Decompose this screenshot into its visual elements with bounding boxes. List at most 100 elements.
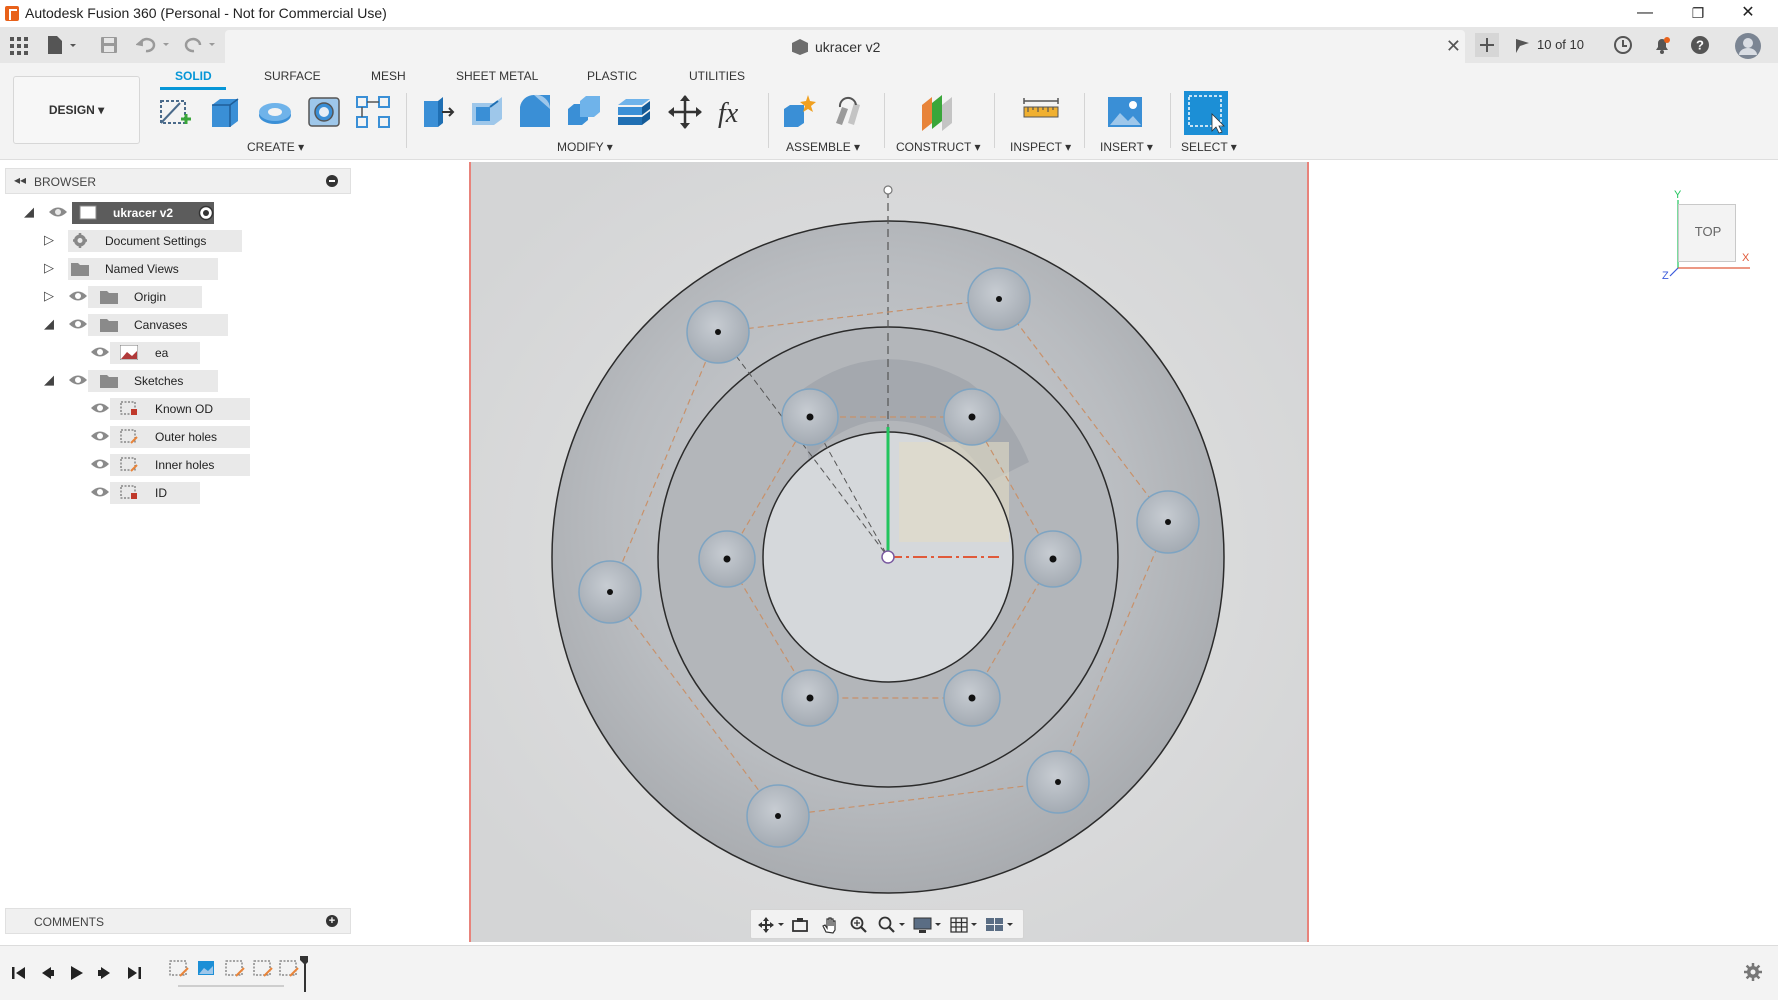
inspect-menu[interactable]: INSPECT ▾ [1010,140,1071,154]
step-back-icon[interactable] [38,964,56,982]
timeline-canvas[interactable] [198,961,214,975]
visibility-eye-icon[interactable] [48,204,68,220]
modify-menu[interactable]: MODIFY ▾ [557,140,613,154]
activate-radio-icon[interactable] [198,205,214,221]
collapse-triangle-icon[interactable]: ◢ [24,204,34,220]
comments-panel-header[interactable]: COMMENTS + [5,908,351,934]
create-sketch-icon[interactable] [156,93,194,131]
select-icon[interactable] [1183,90,1229,136]
browser-item-sketches[interactable]: ◢ Sketches [22,369,322,392]
app-grid-icon[interactable] [10,37,28,55]
fit-zoom-icon[interactable] [877,916,907,934]
browser-item-named-views[interactable]: ▷ Named Views [22,257,322,280]
tab-surface[interactable]: SURFACE [264,69,321,83]
visibility-eye-icon[interactable] [68,372,88,388]
timeline-settings-gear-icon[interactable] [1743,962,1763,982]
file-menu-icon[interactable] [46,35,78,55]
document-close-icon[interactable]: ✕ [1446,36,1461,57]
origin-point[interactable] [881,550,895,564]
fillet-icon[interactable] [468,93,506,131]
look-at-icon[interactable] [791,916,809,934]
revolve-icon[interactable] [256,93,294,131]
document-tab[interactable]: ukracer v2 ✕ [225,30,1465,63]
timeline-sketch-inner-holes[interactable] [253,960,273,977]
browser-panel-header[interactable]: ◂◂ BROWSER [5,168,351,194]
measure-icon[interactable] [1022,93,1060,131]
timeline-sketch-id[interactable] [279,960,299,977]
design-viewport[interactable] [469,162,1308,942]
visibility-eye-icon[interactable] [90,484,110,500]
pan-hand-icon[interactable] [821,916,839,934]
canvas-sketch-drawing[interactable] [469,162,1308,942]
hole-icon[interactable] [306,93,344,131]
help-icon[interactable]: ? [1690,35,1710,55]
browser-item-canvases[interactable]: ◢ Canvases [22,313,322,336]
parameters-fx-icon[interactable]: fx [716,93,754,131]
combine-icon[interactable] [566,93,604,131]
shell-icon[interactable] [616,93,654,131]
select-menu[interactable]: SELECT ▾ [1181,140,1237,154]
visibility-eye-icon[interactable] [68,288,88,304]
visibility-eye-icon[interactable] [90,400,110,416]
viewports-icon[interactable] [985,916,1015,934]
play-icon[interactable] [67,964,85,982]
joint-icon[interactable] [830,93,868,131]
visibility-eye-icon[interactable] [90,456,110,472]
chamfer-icon[interactable] [516,93,554,131]
tab-solid[interactable]: SOLID [175,69,212,83]
offset-plane-icon[interactable] [918,93,956,131]
new-tab-icon[interactable] [1475,33,1499,57]
tab-plastic[interactable]: PLASTIC [587,69,637,83]
go-to-start-icon[interactable] [10,964,28,982]
construct-menu[interactable]: CONSTRUCT ▾ [896,140,980,154]
expand-triangle-icon[interactable]: ▷ [44,288,54,304]
undo-icon[interactable] [136,36,172,54]
collapse-triangle-icon[interactable]: ◢ [44,316,54,332]
press-pull-icon[interactable] [418,93,456,131]
notification-bell-icon[interactable] [1652,35,1672,55]
insert-canvas-icon[interactable] [1106,93,1144,131]
user-avatar[interactable] [1734,32,1762,60]
visibility-eye-icon[interactable] [68,316,88,332]
minimize-button[interactable]: — [1620,0,1670,27]
browser-item-sketch-inner-holes[interactable]: Inner holes [22,453,322,476]
new-component-icon[interactable] [780,93,818,131]
go-to-end-icon[interactable] [125,964,143,982]
display-settings-icon[interactable] [913,916,943,934]
expand-triangle-icon[interactable]: ▷ [44,232,54,248]
extrude-icon[interactable] [206,93,244,131]
create-menu[interactable]: CREATE ▾ [247,140,304,154]
zoom-icon[interactable] [849,916,867,934]
browser-item-sketch-outer-holes[interactable]: Outer holes [22,425,322,448]
job-count[interactable]: 10 of 10 [1537,37,1584,52]
close-button[interactable]: ✕ [1723,0,1773,27]
pattern-icon[interactable] [354,93,392,131]
timeline-sketch-known-od[interactable] [169,960,189,977]
browser-item-origin[interactable]: ▷ Origin [22,285,322,308]
browser-item-sketch-id[interactable]: ID [22,481,322,504]
add-comment-icon[interactable]: + [326,915,338,927]
browser-item-sketch-known-od[interactable]: Known OD [22,397,322,420]
orbit-icon[interactable] [757,916,785,934]
save-icon[interactable] [100,36,118,54]
tab-sheet-metal[interactable]: SHEET METAL [456,69,538,83]
timeline-marker[interactable] [300,956,308,992]
collapse-triangle-icon[interactable]: ◢ [44,372,54,388]
visibility-eye-icon[interactable] [90,428,110,444]
collapse-browser-icon[interactable]: ◂◂ [14,173,26,187]
workspace-switcher[interactable]: DESIGN ▾ [13,76,140,144]
insert-menu[interactable]: INSERT ▾ [1100,140,1153,154]
browser-item-canvas-ea[interactable]: ea [22,341,322,364]
browser-item-document-settings[interactable]: ▷ Document Settings [22,229,322,252]
move-icon[interactable] [666,93,704,131]
assemble-menu[interactable]: ASSEMBLE ▾ [786,140,860,154]
view-cube[interactable]: TOP [1678,204,1736,262]
timeline-sketch-outer-holes[interactable] [225,960,245,977]
job-status-icon[interactable] [1514,36,1534,54]
tab-utilities[interactable]: UTILITIES [689,69,745,83]
maximize-button[interactable]: ❐ [1673,0,1723,27]
history-clock-icon[interactable] [1613,35,1633,55]
step-forward-icon[interactable] [96,964,114,982]
grid-settings-icon[interactable] [949,916,979,934]
tab-mesh[interactable]: MESH [371,69,406,83]
